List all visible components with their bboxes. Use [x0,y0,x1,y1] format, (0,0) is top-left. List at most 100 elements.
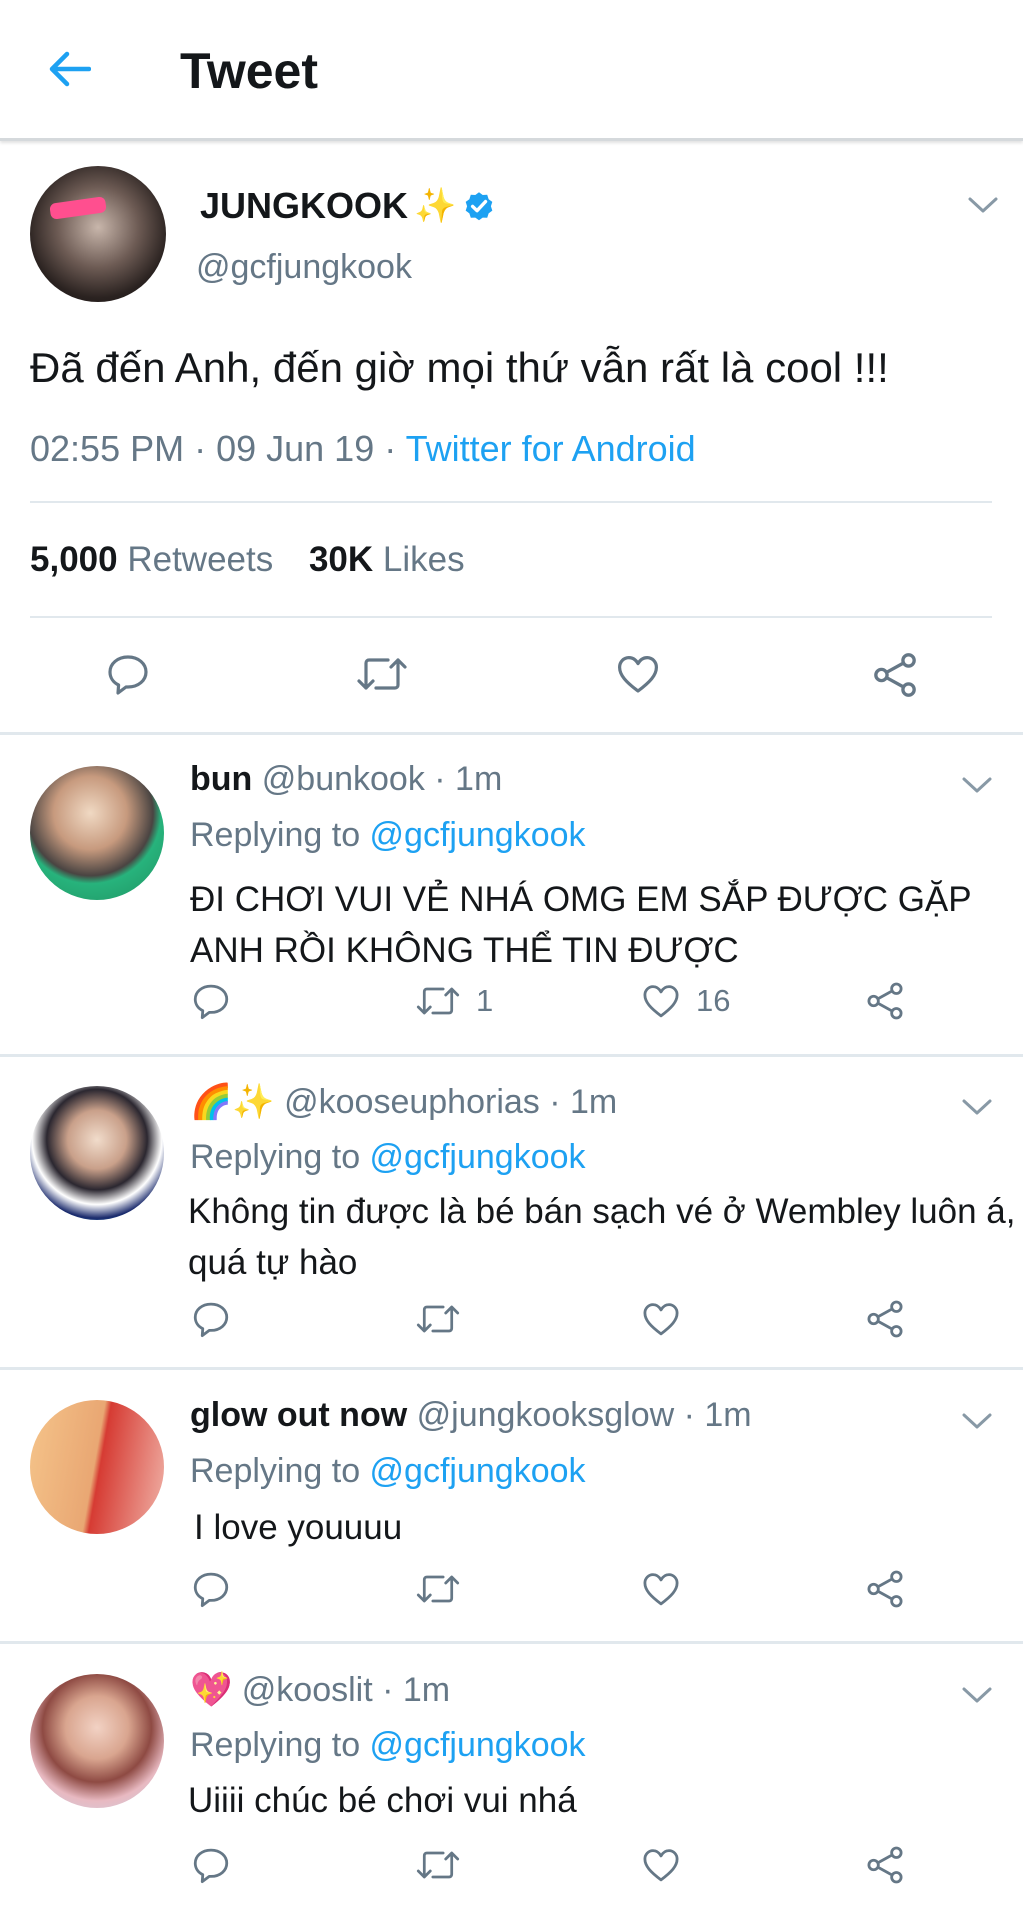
retweet-button[interactable]: 1 [414,980,493,1022]
retweet-icon [416,1575,460,1603]
back-arrow-icon [49,51,91,87]
like-icon [643,1573,679,1606]
reply-time: · 1m [539,1083,618,1121]
like-button[interactable] [614,650,662,698]
reply-name-emoji[interactable]: 🌈✨ [190,1083,275,1121]
reply-button[interactable] [190,1844,232,1886]
author-name-row[interactable]: JUNGKOOK ✨ [200,185,496,227]
replying-to: Replying to @gcfjungkook [190,1138,586,1177]
replying-to-prefix: Replying to [190,1726,370,1764]
reply-name[interactable]: glow out now [190,1396,407,1434]
replying-to-prefix: Replying to [190,816,370,854]
chevron-down-icon[interactable] [960,775,994,795]
retweet-count: 1 [476,983,494,1018]
likes-stat[interactable]: 30K Likes [309,540,465,579]
retweets-count: 5,000 [30,540,118,579]
retweet-button[interactable] [414,1298,462,1340]
share-icon [867,1570,903,1608]
like-icon [643,985,679,1018]
share-icon [867,1846,903,1884]
author-name: JUNGKOOK [200,185,409,226]
chevron-down-icon[interactable] [966,195,1000,215]
reply-button[interactable] [190,980,232,1022]
section-separator [0,1054,1023,1057]
share-button[interactable] [864,980,906,1022]
retweet-icon [416,1851,460,1879]
retweet-button[interactable] [354,650,410,698]
tweet-source-link[interactable]: Twitter for Android [406,428,696,469]
tweet-time: 02:55 PM · 09 Jun 19 · [30,428,406,469]
likes-count: 30K [308,540,374,579]
tweet-meta: 02:55 PM · 09 Jun 19 · Twitter for Andro… [30,428,696,470]
retweet-button[interactable] [414,1844,462,1886]
share-icon [867,982,903,1020]
reply-button[interactable] [104,650,152,698]
replying-to-link[interactable]: @gcfjungkook [370,816,586,854]
replying-to-prefix: Replying to [190,1452,370,1490]
chevron-down-icon[interactable] [960,1097,994,1117]
retweets-stat[interactable]: 5,000 Retweets [30,540,273,579]
like-icon [643,1849,679,1882]
replying-to-link[interactable]: @gcfjungkook [370,1452,586,1490]
reply-handle[interactable]: @kooseuphorias [284,1083,540,1121]
reply-text: Không tin được là bé bán sạch vé ở Wembl… [188,1192,1016,1282]
reply-avatar[interactable] [30,766,164,900]
chevron-down-icon[interactable] [960,1685,994,1705]
section-separator [0,732,1023,735]
back-button[interactable] [36,36,102,102]
section-separator [0,1641,1023,1644]
replying-to-link[interactable]: @gcfjungkook [370,1726,586,1764]
replying-to: Replying to @gcfjungkook [190,816,586,855]
reply-text: I love youuuu [194,1508,403,1547]
retweet-icon [416,1305,460,1333]
share-button[interactable] [864,1844,906,1886]
replying-to: Replying to @gcfjungkook [190,1726,586,1765]
reply-header: glow out now @jungkooksglow · 1m [190,1396,752,1435]
reply-name[interactable]: bun [190,760,252,798]
retweet-button[interactable] [414,1568,462,1610]
reply-time: · 1m [372,1671,451,1709]
author-handle[interactable]: @gcfjungkook [196,248,412,287]
tweet-text: Đã đến Anh, đến giờ mọi thứ vẫn rất là c… [30,344,889,391]
page-title: Tweet [180,43,318,99]
retweet-icon [416,987,460,1015]
reply-avatar[interactable] [30,1086,164,1220]
section-separator [0,1367,1023,1370]
like-button[interactable] [640,1298,682,1340]
reply-header: 💖 @kooslit · 1m [190,1670,450,1710]
share-button[interactable] [864,1568,906,1610]
replying-to: Replying to @gcfjungkook [190,1452,586,1491]
reply-handle[interactable]: @kooslit [242,1671,373,1709]
reply-handle[interactable]: @jungkooksglow [417,1396,675,1434]
reply-icon [193,1848,229,1884]
divider [30,501,992,503]
chevron-down-icon[interactable] [960,1411,994,1431]
reply-text: ĐI CHƠI VUI VẺ NHÁ OMG EM SẮP ĐƯỢC GẶP A… [190,880,971,970]
reply-text: Uiiii chúc bé chơi vui nhá [188,1781,577,1820]
author-name-emoji: ✨ [414,187,457,225]
share-button[interactable] [870,650,920,700]
like-button[interactable]: 16 [640,980,730,1022]
retweets-label: Retweets [127,540,274,579]
replying-to-link[interactable]: @gcfjungkook [370,1138,586,1176]
reply-icon [193,1302,229,1338]
replying-to-prefix: Replying to [190,1138,370,1176]
verified-icon [466,192,493,221]
reply-icon [193,984,229,1020]
like-icon [643,1303,679,1336]
reply-header: bun @bunkook · 1m [190,760,502,799]
reply-name-emoji[interactable]: 💖 [190,1671,232,1709]
reply-icon [193,1572,229,1608]
like-button[interactable] [640,1844,682,1886]
reply-time: · 1m [424,760,503,798]
reply-avatar[interactable] [30,1400,164,1534]
like-button[interactable] [640,1568,682,1610]
author-avatar[interactable] [30,166,166,302]
reply-button[interactable] [190,1298,232,1340]
reply-time: · 1m [674,1396,752,1434]
reply-avatar[interactable] [30,1674,164,1808]
reply-handle[interactable]: @bunkook [262,760,425,798]
reply-button[interactable] [190,1568,232,1610]
divider [30,616,992,618]
share-button[interactable] [864,1298,906,1340]
